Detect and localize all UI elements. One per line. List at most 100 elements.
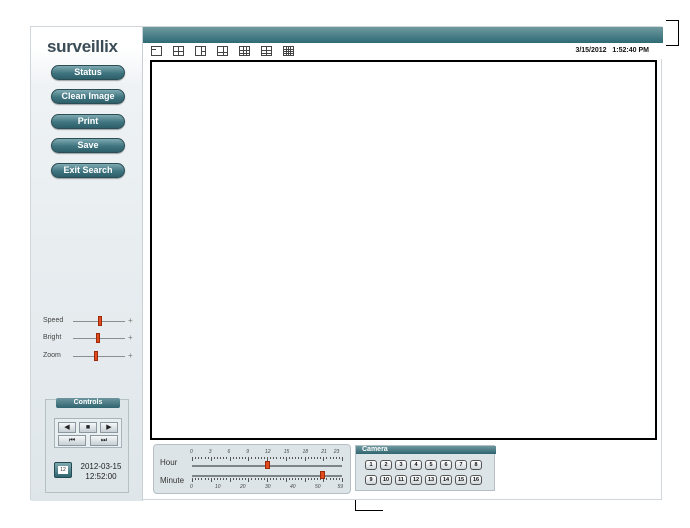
zoom-track[interactable] xyxy=(73,356,125,357)
video-viewer[interactable] xyxy=(150,60,657,440)
minute-tick-label: 50 xyxy=(315,484,321,490)
minute-tick xyxy=(220,478,222,480)
play-back-icon[interactable]: ◀ xyxy=(58,422,76,433)
callout-line-top-vertical xyxy=(678,20,679,46)
minute-tick xyxy=(242,478,243,480)
bright-slider: Bright + xyxy=(43,332,139,344)
minute-tick-label: 0 xyxy=(190,484,193,490)
layout-nine-icon[interactable] xyxy=(239,46,250,56)
speed-label: Speed xyxy=(43,317,64,324)
camera-button-7[interactable]: 7 xyxy=(455,460,467,470)
layout-1plus5-icon[interactable] xyxy=(195,46,206,56)
minute-tick xyxy=(245,478,247,480)
sidebar: surveillix Status Clean Image Print Save… xyxy=(31,27,143,501)
layout-1plus7-icon[interactable] xyxy=(217,46,228,56)
hour-tick xyxy=(263,457,265,459)
hour-tick xyxy=(288,457,290,459)
layout-single-icon[interactable] xyxy=(151,46,162,56)
minute-tick xyxy=(282,478,284,480)
calendar-icon[interactable]: 12 xyxy=(54,462,72,478)
camera-button-3[interactable]: 3 xyxy=(395,460,407,470)
clean-image-button[interactable]: Clean Image xyxy=(51,89,125,104)
camera-button-11[interactable]: 11 xyxy=(395,475,407,485)
hour-tick xyxy=(295,457,297,459)
skip-back-icon[interactable]: ⏮ xyxy=(58,435,86,446)
exit-search-button[interactable]: Exit Search xyxy=(51,163,125,178)
status-button[interactable]: Status xyxy=(51,65,125,80)
screenshot-root: surveillix Status Clean Image Print Save… xyxy=(0,0,690,528)
hour-tick xyxy=(292,457,293,459)
hour-tick xyxy=(248,457,250,461)
minute-tick-label: 10 xyxy=(215,484,221,490)
camera-button-4[interactable]: 4 xyxy=(410,460,422,470)
camera-button-6[interactable]: 6 xyxy=(440,460,452,470)
zoom-label: Zoom xyxy=(43,352,61,359)
camera-button-13[interactable]: 13 xyxy=(425,475,437,485)
camera-button-2[interactable]: 2 xyxy=(380,460,392,470)
app-window: surveillix Status Clean Image Print Save… xyxy=(30,26,663,501)
hour-tick xyxy=(232,457,234,459)
minute-tick-label: 30 xyxy=(265,484,271,490)
save-button[interactable]: Save xyxy=(51,138,125,153)
minute-tick xyxy=(263,478,265,480)
camera-button-12[interactable]: 12 xyxy=(410,475,422,485)
hour-tick xyxy=(235,457,237,459)
minute-tick xyxy=(342,478,343,482)
hour-thumb[interactable] xyxy=(265,461,270,469)
zoom-slider: Zoom + xyxy=(43,350,139,362)
callout-line-top-foot xyxy=(666,45,679,46)
hour-tick-label: 12 xyxy=(265,449,271,455)
layout-quad-icon[interactable] xyxy=(173,46,184,56)
layout-sixteen-icon[interactable] xyxy=(283,46,294,56)
minute-tick xyxy=(226,478,228,480)
hour-tick-label: 21 xyxy=(321,449,327,455)
hour-tick xyxy=(317,457,318,459)
minute-tick xyxy=(210,478,212,482)
minute-tick xyxy=(313,478,315,480)
minute-thumb[interactable] xyxy=(320,471,325,479)
skip-forward-icon[interactable]: ⏭ xyxy=(90,435,118,446)
layout-1plus12-icon[interactable] xyxy=(261,46,272,56)
camera-button-9[interactable]: 9 xyxy=(365,475,377,485)
controls-panel: Controls ◀ ■ ▶ ⏮ ⏭ 12 2012-03-15 12:52:0… xyxy=(45,398,129,493)
hour-tick xyxy=(201,457,203,459)
minute-tick xyxy=(338,478,340,480)
camera-button-8[interactable]: 8 xyxy=(470,460,482,470)
camera-button-15[interactable]: 15 xyxy=(455,475,467,485)
minute-tick xyxy=(229,478,231,482)
camera-button-16[interactable]: 16 xyxy=(470,475,482,485)
print-button[interactable]: Print xyxy=(51,114,125,129)
minute-tick xyxy=(260,478,262,480)
hour-tick xyxy=(254,457,256,459)
speed-thumb[interactable] xyxy=(98,316,103,326)
zoom-thumb[interactable] xyxy=(93,351,98,361)
minute-tick xyxy=(279,478,281,480)
minute-tick xyxy=(217,478,218,480)
minute-tick xyxy=(304,478,306,482)
stop-icon[interactable]: ■ xyxy=(79,422,97,433)
play-icon[interactable]: ▶ xyxy=(100,422,118,433)
hour-tick xyxy=(210,457,212,461)
camera-button-14[interactable]: 14 xyxy=(440,475,452,485)
hour-tick xyxy=(260,457,262,459)
hour-tick xyxy=(279,457,281,459)
camera-button-1[interactable]: 1 xyxy=(365,460,377,470)
hour-tick xyxy=(238,457,240,459)
camera-title: Camera xyxy=(356,446,496,454)
camera-button-5[interactable]: 5 xyxy=(425,460,437,470)
hour-tick xyxy=(313,457,315,459)
hour-tick xyxy=(273,457,275,459)
bright-plus: + xyxy=(128,333,133,342)
hour-tick xyxy=(329,457,331,459)
playback-date: 2012-03-15 xyxy=(80,462,122,471)
speed-slider: Speed + xyxy=(43,315,139,327)
minute-tick xyxy=(232,478,234,480)
hour-tick xyxy=(285,457,287,461)
hour-tick xyxy=(204,457,206,459)
hour-tick-label: 3 xyxy=(208,449,212,455)
camera-panel: Camera 1 2 3 4 5 6 7 8 9 10 11 12 13 14 15 16 xyxy=(355,445,496,491)
bright-thumb[interactable] xyxy=(95,333,100,343)
hour-tick xyxy=(220,457,222,459)
camera-button-10[interactable]: 10 xyxy=(380,475,392,485)
hour-tick xyxy=(245,457,247,459)
